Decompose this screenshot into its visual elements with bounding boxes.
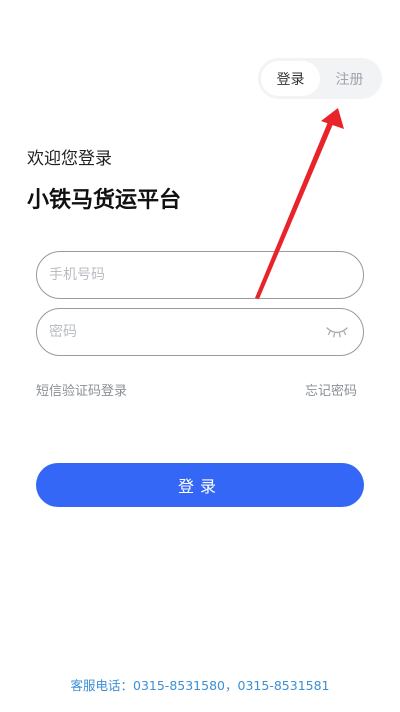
welcome-text: 欢迎您登录 — [27, 149, 112, 169]
brand-title: 小铁马货运平台 — [27, 188, 182, 213]
password-field — [36, 308, 364, 356]
service-label: 客服电话： — [70, 678, 133, 693]
tab-login[interactable]: 登录 — [261, 61, 320, 96]
password-input[interactable] — [49, 324, 325, 340]
phone-input[interactable] — [49, 267, 349, 283]
login-screen: 登录 注册 欢迎您登录 小铁马货运平台 短信验证码登录 忘记密码 登录 客服电话… — [0, 0, 400, 712]
sms-login-link[interactable]: 短信验证码登录 — [36, 380, 127, 399]
tab-register[interactable]: 注册 — [320, 61, 379, 96]
customer-service-info: 客服电话：0315-8531580，0315-8531581 — [0, 675, 400, 694]
service-separator: ， — [225, 678, 238, 693]
annotation-arrow — [255, 108, 344, 299]
eye-closed-icon[interactable] — [325, 325, 349, 339]
phone-field — [36, 251, 364, 299]
login-button[interactable]: 登录 — [36, 463, 364, 507]
auth-toggle: 登录 注册 — [258, 58, 382, 99]
service-phone-1[interactable]: 0315-8531580 — [133, 678, 225, 693]
forgot-password-link[interactable]: 忘记密码 — [305, 380, 357, 399]
service-phone-2[interactable]: 0315-8531581 — [238, 678, 330, 693]
